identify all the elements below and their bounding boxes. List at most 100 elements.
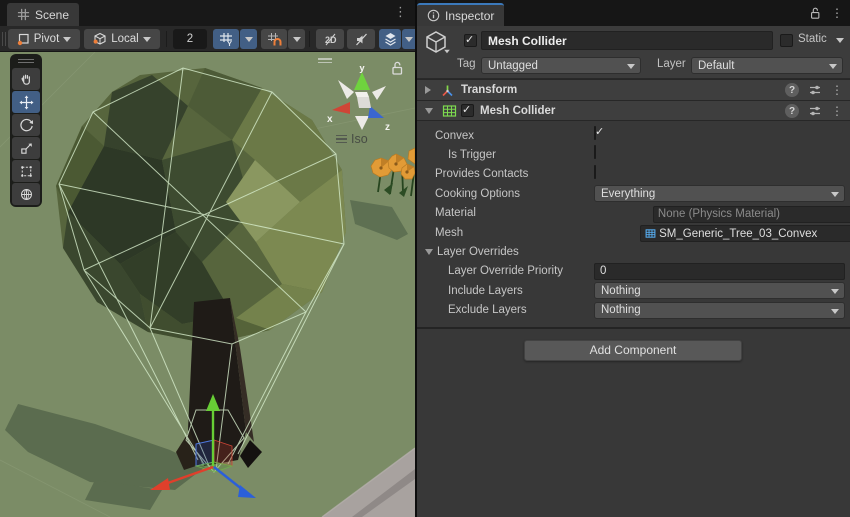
dropdown-caret-icon (831, 192, 839, 197)
toolbar-separator (166, 31, 167, 47)
material-object-field[interactable]: None (Physics Material) (653, 206, 850, 223)
rotate-tool-button[interactable] (12, 114, 40, 136)
effects-caret-button[interactable] (402, 29, 415, 49)
dropdown-caret-icon (831, 289, 839, 294)
pivot-dropdown[interactable]: Pivot (8, 29, 80, 49)
layer-override-priority-value: 0 (600, 265, 606, 277)
mesh-object-field[interactable]: SM_Generic_Tree_03_Convex (640, 225, 850, 242)
grid-axis-letter: Y (227, 39, 232, 47)
layer-dropdown[interactable]: Default (691, 57, 843, 74)
local-cube-icon (93, 32, 107, 46)
move-tool-button[interactable] (12, 91, 40, 113)
is-trigger-row: Is Trigger (417, 145, 850, 164)
mesh-label: Mesh (417, 227, 463, 239)
component-kebab-icon[interactable]: ⋮ (831, 83, 843, 97)
orientation-gizmo[interactable]: y x z (324, 66, 400, 142)
scene-kebab-icon[interactable]: ⋮ (394, 4, 407, 22)
layer-overrides-row[interactable]: Layer Overrides (417, 242, 850, 261)
foldout-expanded-icon[interactable] (425, 108, 433, 114)
help-icon[interactable]: ? (785, 104, 799, 118)
gizmo-x-label: x (327, 114, 333, 125)
inspector-unlock-icon[interactable] (809, 6, 821, 20)
chevron-down-icon (63, 37, 71, 42)
include-layers-dropdown[interactable]: Nothing (594, 282, 845, 299)
gizmo-x-cone[interactable] (332, 102, 350, 114)
toolbar-drag-handle[interactable] (2, 32, 6, 46)
presets-icon[interactable] (808, 83, 822, 97)
audio-mute-button[interactable] (347, 29, 375, 49)
material-row: Material None (Physics Material) (417, 204, 850, 223)
gameobject-enabled-checkbox[interactable]: ✓ (464, 34, 477, 47)
gizmo-z-label: z (385, 122, 390, 133)
convex-row: Convex ✓ (417, 126, 850, 145)
static-caret-icon[interactable] (836, 38, 844, 43)
overlay-drag-handle[interactable] (12, 57, 40, 65)
presets-icon[interactable] (808, 104, 822, 118)
effects-stack-icon (383, 31, 398, 47)
help-icon[interactable]: ? (785, 83, 799, 97)
tab-inspector[interactable]: Inspector (417, 3, 504, 26)
local-dropdown[interactable]: Local (84, 29, 160, 49)
exclude-layers-value: Nothing (601, 304, 641, 316)
cooking-options-dropdown[interactable]: Everything (594, 185, 845, 202)
2d-toggle-button[interactable]: 2D (316, 29, 344, 49)
snap-magnet-icon (267, 32, 282, 47)
scene-tab-label: Scene (35, 8, 69, 22)
foldout-expanded-icon[interactable] (425, 249, 433, 255)
component-kebab-icon[interactable]: ⋮ (831, 104, 843, 118)
gizmo-cube-face[interactable] (357, 97, 371, 108)
gameobject-caret-icon[interactable] (444, 50, 450, 54)
chevron-down-icon (293, 37, 301, 42)
rect-tool-button[interactable] (12, 160, 40, 182)
hand-tool-button[interactable] (12, 68, 40, 90)
inspector-kebab-icon[interactable]: ⋮ (831, 6, 843, 20)
gizmo-unlock-icon[interactable] (390, 60, 404, 76)
rotate-icon (19, 118, 34, 133)
convex-checkbox[interactable]: ✓ (594, 126, 596, 140)
mesh-collider-component-header[interactable]: ✓ Mesh Collider ? ⋮ (417, 100, 850, 121)
tab-scene[interactable]: Scene (7, 3, 79, 26)
static-checkbox[interactable] (780, 34, 793, 47)
effects-toggle-button[interactable] (379, 29, 401, 49)
snap-button[interactable] (261, 29, 287, 49)
tag-value: Untagged (488, 60, 538, 72)
transform-title: Transform (461, 84, 517, 96)
is-trigger-checkbox[interactable] (594, 145, 596, 159)
mesh-row: Mesh SM_Generic_Tree_03_Convex (417, 223, 850, 242)
checkmark-icon: ✓ (595, 125, 604, 138)
2d-icon: 2D (323, 32, 338, 47)
add-component-button[interactable]: Add Component (524, 340, 742, 361)
grid-visibility-caret-button[interactable] (240, 29, 257, 49)
info-icon (427, 9, 440, 22)
include-layers-label: Include Layers (417, 285, 523, 297)
mesh-asset-icon (645, 228, 656, 239)
scale-tool-button[interactable] (12, 137, 40, 159)
exclude-layers-dropdown[interactable]: Nothing (594, 302, 845, 319)
gizmo-y-label: y (359, 66, 365, 74)
scene-viewport[interactable]: y x z Iso (0, 52, 415, 517)
layer-override-priority-row: Layer Override Priority 0 (417, 262, 850, 281)
dropdown-caret-icon (831, 309, 839, 314)
layer-override-priority-field[interactable]: 0 (594, 263, 845, 280)
transform-tool-button[interactable] (12, 183, 40, 205)
transform-component-header[interactable]: Transform ? ⋮ (417, 79, 850, 100)
local-label: Local (111, 33, 139, 45)
provides-contacts-checkbox[interactable] (594, 165, 596, 179)
tag-dropdown[interactable]: Untagged (481, 57, 641, 74)
gizmo-overlay-handle[interactable] (318, 56, 332, 65)
gizmo-y-cone[interactable] (354, 72, 370, 90)
grid-size-field[interactable]: 2 (173, 29, 207, 49)
mesh-collider-enabled-checkbox[interactable]: ✓ (461, 104, 474, 117)
gameobject-name-field[interactable]: Mesh Collider (481, 31, 773, 50)
layer-override-priority-label: Layer Override Priority (417, 265, 563, 277)
chevron-down-icon (245, 37, 253, 42)
grid-visibility-button[interactable]: Y (213, 29, 239, 49)
projection-toggle[interactable]: Iso (336, 132, 368, 146)
audio-muted-icon (354, 32, 369, 47)
layer-label: Layer (657, 58, 686, 70)
snap-caret-button[interactable] (288, 29, 305, 49)
include-layers-row: Include Layers Nothing (417, 281, 850, 300)
foldout-collapsed-icon[interactable] (425, 86, 431, 94)
unity-editor: Scene ⋮ Pivot Local (0, 0, 850, 517)
add-component-label: Add Component (590, 343, 677, 357)
